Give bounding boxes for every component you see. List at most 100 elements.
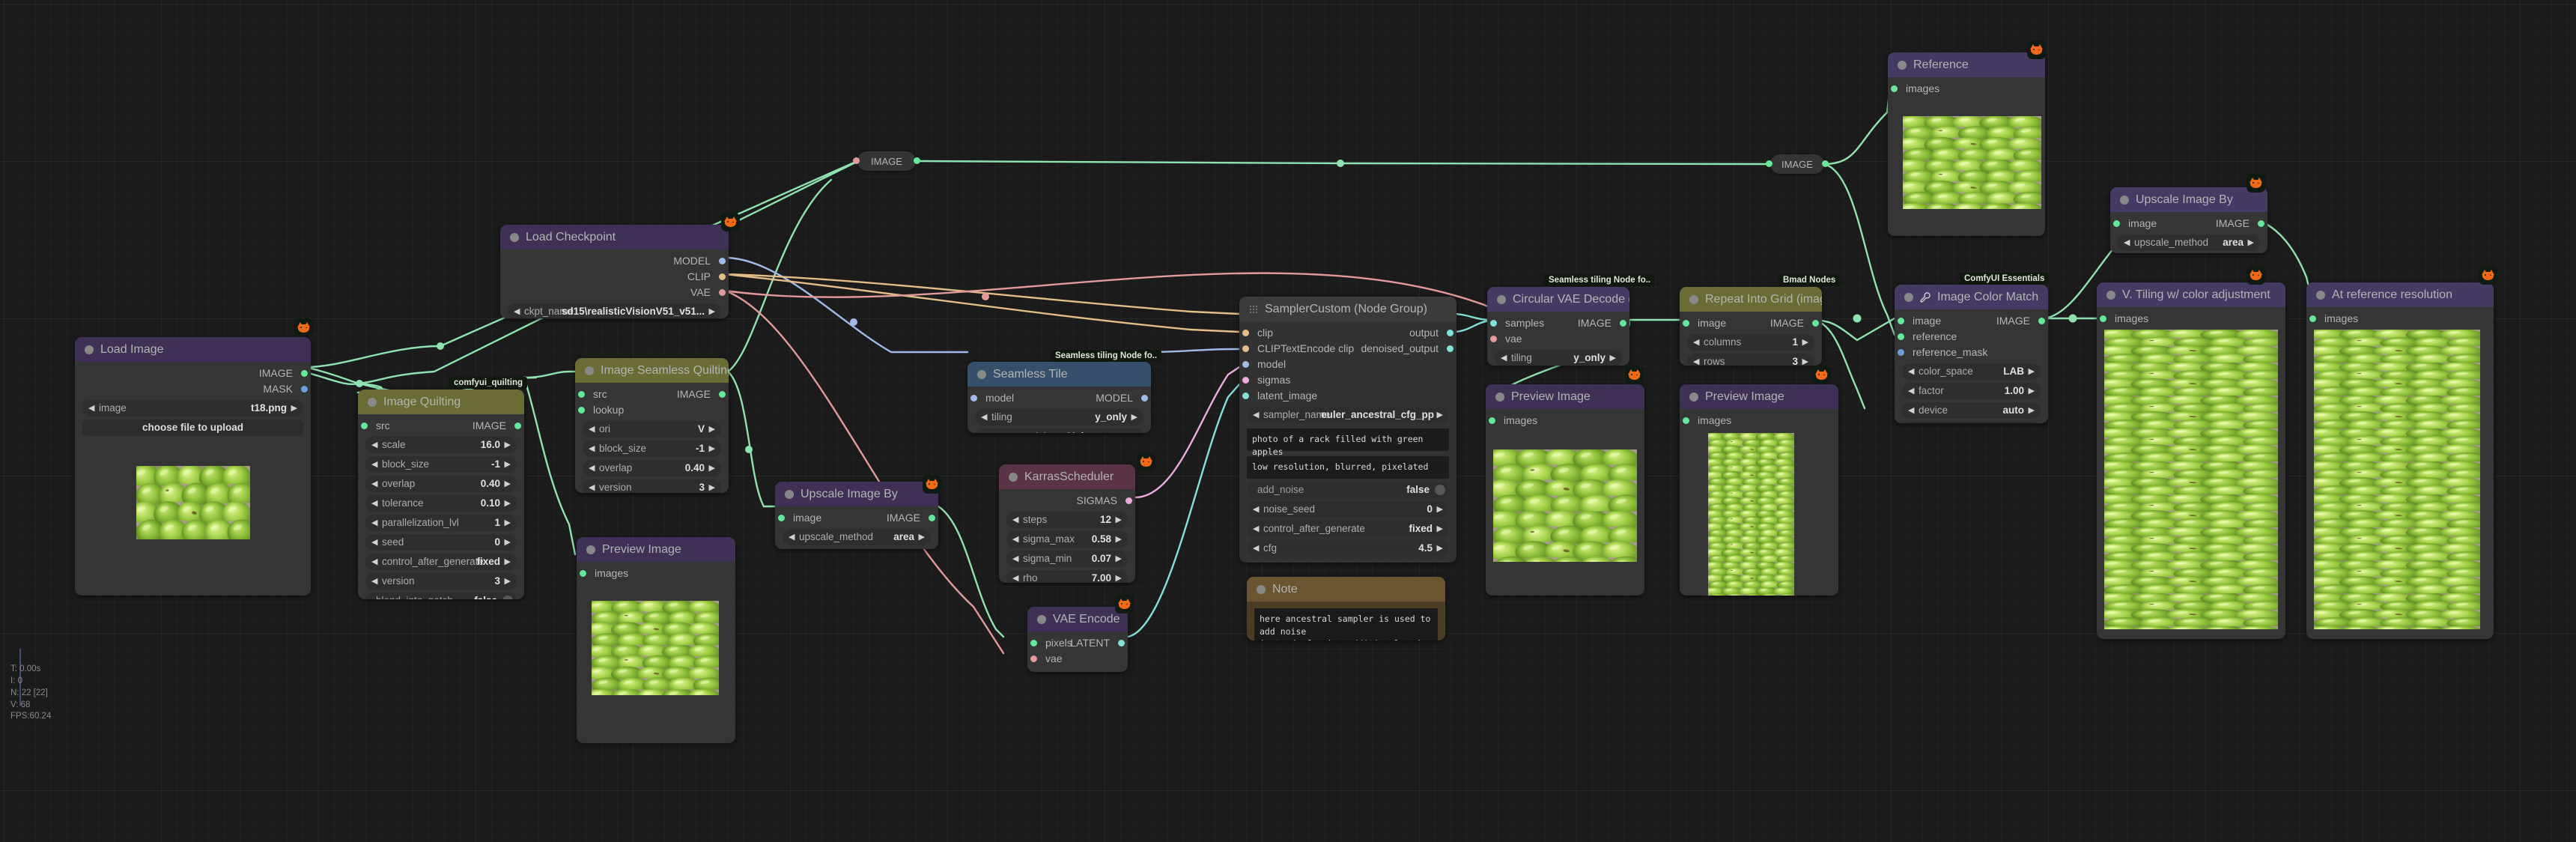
widget-prev-arrow[interactable]: ◀ bbox=[1253, 521, 1259, 537]
node-title-bar[interactable]: Image Color Match bbox=[1895, 285, 2048, 309]
widget-columns[interactable]: ◀columns1▶ bbox=[1687, 334, 1814, 351]
node-preview-image-a[interactable]: Preview Image images bbox=[1486, 384, 1644, 596]
node-upscale-image-by-mid[interactable]: Upscale Image By imageIMAGE ◀upscale_met… bbox=[775, 482, 938, 549]
widget-copy-model[interactable]: ◀copy_modelMake a copy▶ bbox=[975, 428, 1143, 433]
slot-row[interactable]: CLIPTextEncode clipdenoised_output bbox=[1247, 341, 1449, 357]
node-title-bar[interactable]: Upscale Image By bbox=[775, 482, 938, 506]
collapse-dot-icon[interactable] bbox=[85, 345, 94, 354]
widget-value[interactable]: 0.40 bbox=[685, 460, 705, 476]
widget-prev-arrow[interactable]: ◀ bbox=[1693, 354, 1699, 366]
slot-dot-denoised-output[interactable] bbox=[1447, 345, 1453, 352]
slot-dot-model[interactable] bbox=[1242, 361, 1249, 368]
widget-next-arrow[interactable]: ▶ bbox=[505, 573, 511, 590]
node-preview-image-left[interactable]: Preview Image images bbox=[577, 537, 735, 743]
slot-row[interactable]: imageIMAGE bbox=[2118, 216, 2260, 231]
widget-value[interactable]: fixed bbox=[476, 554, 500, 570]
widget-value[interactable]: 0 bbox=[1427, 501, 1433, 518]
slot-row[interactable]: images bbox=[2314, 311, 2486, 327]
widget-value[interactable]: 1 bbox=[494, 515, 500, 531]
positive-prompt-textarea[interactable]: photo of a rack filled with green apples bbox=[1247, 428, 1449, 451]
widget-prev-arrow[interactable]: ◀ bbox=[371, 573, 377, 590]
widget-next-arrow[interactable]: ▶ bbox=[709, 421, 715, 437]
node-title-bar[interactable]: SamplerCustom (Node Group) bbox=[1239, 297, 1456, 321]
slot-dot-clip[interactable] bbox=[719, 273, 726, 280]
widget-prev-arrow[interactable]: ◀ bbox=[371, 515, 377, 531]
slot-row[interactable]: latent_image bbox=[1247, 388, 1449, 404]
widget-next-arrow[interactable]: ▶ bbox=[2029, 363, 2035, 380]
output-slot-vae[interactable]: VAE bbox=[508, 285, 721, 300]
slot-dot-mask[interactable] bbox=[301, 386, 308, 393]
slot-dot-latent-image[interactable] bbox=[1242, 393, 1249, 399]
widget-next-arrow[interactable]: ▶ bbox=[1437, 501, 1443, 518]
node-reference[interactable]: Reference images bbox=[1888, 52, 2045, 236]
collapse-dot-icon[interactable] bbox=[977, 370, 986, 379]
widget-next-arrow[interactable]: ▶ bbox=[2029, 422, 2035, 423]
widget-next-arrow[interactable]: ▶ bbox=[505, 495, 511, 512]
slot-row[interactable]: images bbox=[1687, 413, 1831, 428]
slot-row[interactable]: images bbox=[2104, 311, 2278, 327]
node-repeat-into-grid[interactable]: Repeat Into Grid (image) imageIMAGE ◀col… bbox=[1680, 287, 1822, 366]
node-upscale-image-by-right[interactable]: Upscale Image By imageIMAGE ◀upscale_met… bbox=[2110, 187, 2267, 253]
collapse-dot-icon[interactable] bbox=[585, 366, 594, 375]
widget-block-size[interactable]: ◀block_size-1▶ bbox=[365, 456, 517, 473]
node-title-bar[interactable]: Load Image bbox=[75, 337, 311, 362]
widget-value[interactable]: fixed bbox=[1409, 521, 1433, 537]
slot-dot-image[interactable] bbox=[2113, 220, 2120, 227]
node-load-image[interactable]: Load Image IMAGE MASK ◀ image t18.png ▶ … bbox=[75, 337, 311, 596]
widget-value[interactable]: LAB bbox=[2003, 363, 2024, 380]
collapse-dot-icon[interactable] bbox=[785, 490, 794, 499]
widget-next-arrow[interactable]: ▶ bbox=[291, 400, 297, 417]
widget-prev-arrow[interactable]: ◀ bbox=[371, 437, 377, 453]
widget-next-arrow[interactable]: ▶ bbox=[1802, 354, 1808, 366]
slot-row[interactable]: lookup bbox=[583, 402, 721, 418]
slot-dot-src[interactable] bbox=[361, 422, 368, 429]
widget-value[interactable]: 0.58 bbox=[1092, 531, 1111, 548]
widget-tiling[interactable]: ◀tilingy_only▶ bbox=[975, 409, 1143, 425]
slot-dot-images[interactable] bbox=[1891, 85, 1898, 92]
slot-dot-cliptextencode-clip[interactable] bbox=[1242, 345, 1249, 352]
widget-prev-arrow[interactable]: ◀ bbox=[1908, 363, 1914, 380]
widget-sigma-min[interactable]: ◀sigma_min0.07▶ bbox=[1006, 551, 1128, 567]
widget-control-after-generate[interactable]: ◀control_after_generatefixed▶ bbox=[1247, 521, 1449, 537]
reroute-node-left[interactable]: IMAGE bbox=[857, 151, 916, 171]
slot-row[interactable]: src IMAGE bbox=[365, 418, 517, 434]
widget-version[interactable]: ◀version3▶ bbox=[583, 479, 721, 493]
node-title-bar[interactable]: Image Quilting bbox=[358, 390, 524, 414]
widget-prev-arrow[interactable]: ◀ bbox=[589, 440, 595, 457]
slot-dot-model-out[interactable] bbox=[1141, 395, 1148, 402]
node-load-checkpoint[interactable]: Load Checkpoint MODEL CLIP VAE ◀ckpt_nam… bbox=[500, 225, 729, 318]
widget-value[interactable]: area bbox=[2223, 234, 2244, 251]
widget-next-arrow[interactable]: ▶ bbox=[919, 529, 925, 545]
widget-value[interactable]: y_only bbox=[1095, 409, 1127, 425]
output-slot-image[interactable]: IMAGE bbox=[82, 366, 303, 381]
widget-next-arrow[interactable]: ▶ bbox=[505, 534, 511, 551]
node-title-bar[interactable]: Note bbox=[1247, 577, 1445, 602]
node-title-bar[interactable]: Circular VAE Decode (tile) bbox=[1487, 287, 1629, 312]
output-slot-sigmas[interactable]: SIGMAS bbox=[1006, 493, 1128, 509]
toggle-knob[interactable] bbox=[1435, 485, 1445, 495]
widget-next-arrow[interactable]: ▶ bbox=[2029, 383, 2035, 399]
slot-row[interactable]: srcIMAGE bbox=[583, 387, 721, 402]
widget-next-arrow[interactable]: ▶ bbox=[1802, 334, 1808, 351]
collapse-dot-icon[interactable] bbox=[368, 398, 377, 407]
widget-prev-arrow[interactable]: ◀ bbox=[1908, 383, 1914, 399]
node-sampler-custom-group[interactable]: SamplerCustom (Node Group) clipoutput CL… bbox=[1239, 297, 1456, 563]
slot-dot-image[interactable] bbox=[1898, 318, 1904, 324]
widget-next-arrow[interactable]: ▶ bbox=[709, 479, 715, 493]
node-title-bar[interactable]: KarrasScheduler bbox=[999, 464, 1135, 489]
widget-prev-arrow[interactable]: ◀ bbox=[371, 495, 377, 512]
widget-factor[interactable]: ◀factor1.00▶ bbox=[1902, 383, 2041, 399]
slot-dot-image[interactable] bbox=[1620, 320, 1626, 327]
collapse-dot-icon[interactable] bbox=[1689, 393, 1698, 402]
widget-prev-arrow[interactable]: ◀ bbox=[1012, 551, 1018, 567]
widget-rho[interactable]: ◀rho7.00▶ bbox=[1006, 570, 1128, 583]
widget-value[interactable]: 3 bbox=[699, 479, 705, 493]
widget-next-arrow[interactable]: ▶ bbox=[1437, 540, 1443, 557]
node-circular-vae-decode[interactable]: Circular VAE Decode (tile) samplesIMAGE … bbox=[1487, 287, 1629, 366]
widget-prev-arrow[interactable]: ◀ bbox=[1012, 531, 1018, 548]
node-image-seamless-quilting-sp[interactable]: Image Seamless Quilting SP srcIMAGE look… bbox=[575, 358, 729, 493]
widget-block-size[interactable]: ◀block_size-1▶ bbox=[583, 440, 721, 457]
slot-dot-image[interactable] bbox=[301, 370, 308, 377]
widget-value[interactable]: 0.07 bbox=[1092, 551, 1111, 567]
widget-overlap[interactable]: ◀overlap0.40▶ bbox=[583, 460, 721, 476]
